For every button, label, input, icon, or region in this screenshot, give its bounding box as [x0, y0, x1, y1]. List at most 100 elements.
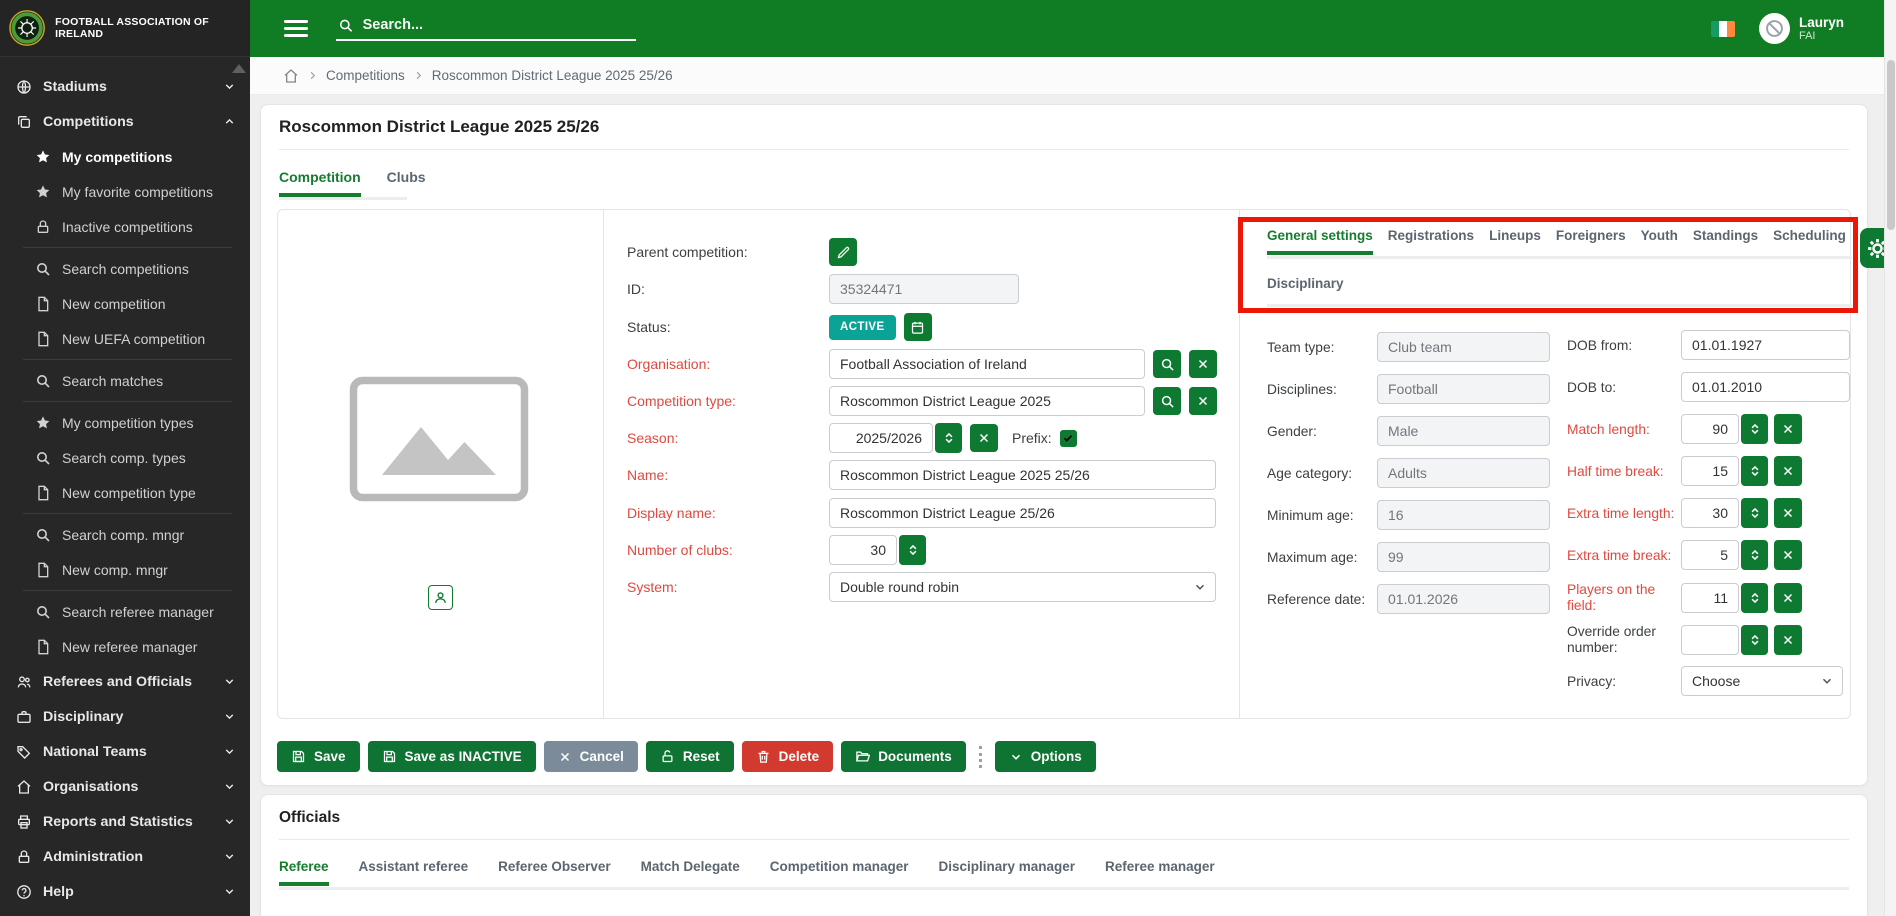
- competition-type-search-button[interactable]: [1153, 387, 1181, 415]
- upload-logo-button[interactable]: [428, 585, 453, 610]
- half-time-break-stepper[interactable]: [1741, 456, 1768, 486]
- override-order-number-field[interactable]: [1681, 625, 1739, 655]
- competition-type-clear-button[interactable]: [1189, 387, 1217, 415]
- sidebar-item-new-competition[interactable]: New competition: [0, 286, 250, 321]
- tab-foreigners[interactable]: Foreigners: [1556, 228, 1626, 255]
- documents-button[interactable]: Documents: [841, 741, 966, 772]
- organisation-clear-button[interactable]: [1189, 350, 1217, 378]
- sidebar-item-help[interactable]: Help: [0, 874, 250, 909]
- status-history-button[interactable]: [904, 313, 932, 341]
- sidebar-item-new-comp-mngr[interactable]: New comp. mngr: [0, 552, 250, 587]
- user-menu[interactable]: Lauryn FAI: [1759, 13, 1844, 44]
- tab-clubs[interactable]: Clubs: [387, 169, 426, 197]
- system-select[interactable]: Double round robin: [829, 572, 1216, 602]
- half-time-break-field[interactable]: [1681, 456, 1739, 486]
- extra-time-break-stepper[interactable]: [1741, 540, 1768, 570]
- search-input[interactable]: [363, 17, 634, 33]
- tab-referee[interactable]: Referee: [279, 859, 329, 886]
- sidebar-item-referees-and-officials[interactable]: Referees and Officials: [0, 664, 250, 699]
- players-on-field-field[interactable]: [1681, 583, 1739, 613]
- match-length-stepper[interactable]: [1741, 414, 1768, 444]
- sidebar-item-national-teams[interactable]: National Teams: [0, 734, 250, 769]
- players-on-field-stepper[interactable]: [1741, 583, 1768, 613]
- extra-time-break-field[interactable]: [1681, 540, 1739, 570]
- sidebar-item-new-uefa-competition[interactable]: New UEFA competition: [0, 321, 250, 356]
- override-order-clear-button[interactable]: [1774, 625, 1802, 655]
- extra-time-length-stepper[interactable]: [1741, 498, 1768, 528]
- sidebar-item-organisations[interactable]: Organisations: [0, 769, 250, 804]
- ireland-flag-icon[interactable]: [1711, 21, 1735, 37]
- tab-general-settings[interactable]: General settings: [1267, 228, 1373, 255]
- reset-button[interactable]: Reset: [646, 741, 734, 772]
- save-button[interactable]: Save: [277, 741, 360, 772]
- tab-standings[interactable]: Standings: [1693, 228, 1758, 255]
- prefix-checkbox[interactable]: [1060, 430, 1077, 447]
- sidebar-item-my-competition-types[interactable]: My competition types: [0, 405, 250, 440]
- tab-referee-manager[interactable]: Referee manager: [1105, 859, 1215, 886]
- sidebar-item-new-referee-manager[interactable]: New referee manager: [0, 629, 250, 664]
- people-icon: [16, 674, 32, 690]
- sidebar-item-my-competitions[interactable]: My competitions: [0, 139, 250, 174]
- tab-youth[interactable]: Youth: [1641, 228, 1678, 255]
- half-time-break-clear-button[interactable]: [1774, 456, 1802, 486]
- privacy-select[interactable]: Choose: [1681, 666, 1843, 696]
- extra-time-break-clear-button[interactable]: [1774, 540, 1802, 570]
- season-field[interactable]: [829, 423, 933, 453]
- settings-row: Reference date:: [1267, 584, 1550, 614]
- menu-toggle-button[interactable]: [284, 20, 308, 37]
- override-order-stepper[interactable]: [1741, 625, 1768, 655]
- sidebar-item-search-referee-manager[interactable]: Search referee manager: [0, 594, 250, 629]
- sidebar-item-search-competitions[interactable]: Search competitions: [0, 251, 250, 286]
- tab-assistant-referee[interactable]: Assistant referee: [359, 859, 469, 886]
- scrollbar-thumb[interactable]: [1887, 60, 1895, 230]
- sidebar-item-search-comp-mngr[interactable]: Search comp. mngr: [0, 517, 250, 552]
- tab-match-delegate[interactable]: Match Delegate: [641, 859, 740, 886]
- organisation-search-button[interactable]: [1153, 350, 1181, 378]
- home-icon[interactable]: [283, 68, 299, 84]
- competition-type-field[interactable]: [829, 386, 1145, 416]
- tab-registrations[interactable]: Registrations: [1388, 228, 1474, 255]
- edit-parent-competition-button[interactable]: [829, 238, 857, 266]
- options-button[interactable]: Options: [995, 741, 1096, 772]
- sidebar-item-search-matches[interactable]: Search matches: [0, 363, 250, 398]
- sidebar-scroll-up-arrow[interactable]: [232, 64, 246, 73]
- tab-competition[interactable]: Competition: [279, 169, 361, 197]
- save-as-inactive-button[interactable]: Save as INACTIVE: [368, 741, 536, 772]
- delete-button[interactable]: Delete: [742, 741, 834, 772]
- sidebar-item-competitions[interactable]: Competitions: [0, 104, 250, 139]
- sidebar-item-my-favorite-competitions[interactable]: My favorite competitions: [0, 174, 250, 209]
- season-stepper[interactable]: [935, 423, 962, 453]
- extra-time-length-field[interactable]: [1681, 498, 1739, 528]
- players-on-field-clear-button[interactable]: [1774, 583, 1802, 613]
- tab-disciplinary-manager[interactable]: Disciplinary manager: [938, 859, 1075, 886]
- display-name-field[interactable]: [829, 498, 1216, 528]
- sidebar-item-search-comp-types[interactable]: Search comp. types: [0, 440, 250, 475]
- number-of-clubs-field[interactable]: [829, 535, 897, 565]
- sidebar-item-stadiums[interactable]: Stadiums: [0, 69, 250, 104]
- breadcrumb-competitions[interactable]: Competitions: [326, 68, 405, 83]
- sidebar-item-inactive-competitions[interactable]: Inactive competitions: [0, 209, 250, 244]
- tab-competition-manager[interactable]: Competition manager: [770, 859, 909, 886]
- name-field[interactable]: [829, 460, 1216, 490]
- tab-disciplinary[interactable]: Disciplinary: [1267, 276, 1344, 303]
- action-bar: Save Save as INACTIVE Cancel Reset Delet…: [277, 741, 1096, 772]
- season-clear-button[interactable]: [970, 424, 998, 452]
- match-length-field[interactable]: [1681, 414, 1739, 444]
- dob-from-field[interactable]: [1681, 330, 1850, 360]
- sidebar-item-reports-and-statistics[interactable]: Reports and Statistics: [0, 804, 250, 839]
- dob-to-field[interactable]: [1681, 372, 1850, 402]
- number-of-clubs-stepper[interactable]: [899, 535, 926, 565]
- check-icon: [1062, 432, 1074, 444]
- cancel-button[interactable]: Cancel: [544, 741, 638, 772]
- tab-lineups[interactable]: Lineups: [1489, 228, 1541, 255]
- match-length-clear-button[interactable]: [1774, 414, 1802, 444]
- sidebar-item-new-competition-type[interactable]: New competition type: [0, 475, 250, 510]
- avatar: [1759, 13, 1790, 44]
- extra-time-length-clear-button[interactable]: [1774, 498, 1802, 528]
- sidebar-item-administration[interactable]: Administration: [0, 839, 250, 874]
- sidebar-item-disciplinary[interactable]: Disciplinary: [0, 699, 250, 734]
- tab-referee-observer[interactable]: Referee Observer: [498, 859, 611, 886]
- organisation-field[interactable]: [829, 349, 1145, 379]
- tab-scheduling[interactable]: Scheduling: [1773, 228, 1846, 255]
- page-scrollbar[interactable]: [1884, 0, 1896, 916]
